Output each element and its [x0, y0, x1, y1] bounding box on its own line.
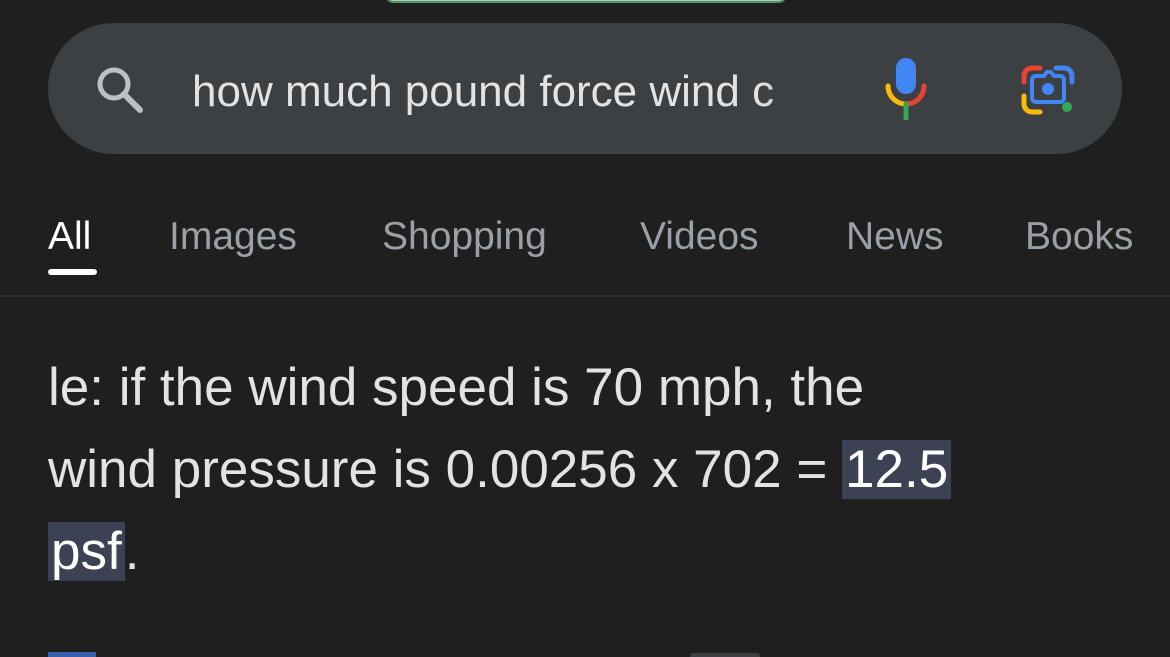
snippet-line-1: le: if the wind speed is 70 mph, the	[48, 358, 865, 417]
active-tab-indicator	[48, 269, 97, 275]
google-lens-icon[interactable]	[1018, 62, 1078, 118]
microphone-icon[interactable]	[880, 56, 932, 122]
tab-images[interactable]: Images	[169, 212, 297, 262]
tab-all[interactable]: All	[48, 212, 91, 262]
snippet-highlight-unit: psf	[48, 522, 125, 581]
tab-books[interactable]: Books	[1025, 212, 1133, 262]
search-tabs: All Images Shopping Videos News Books	[0, 200, 1170, 296]
next-result-chip-edge	[690, 653, 760, 657]
snippet-suffix: .	[124, 522, 140, 581]
tab-news[interactable]: News	[846, 212, 944, 262]
search-input[interactable]: how much pound force wind c	[192, 62, 832, 122]
search-icon[interactable]	[92, 62, 148, 118]
next-result-favicon-edge	[48, 652, 96, 657]
tab-shopping[interactable]: Shopping	[382, 212, 547, 262]
featured-snippet-text: le: if the wind speed is 70 mph, the win…	[48, 347, 1148, 593]
snippet-line-2: wind pressure is 0.00256 x 702 =	[48, 440, 843, 499]
top-banner-edge	[384, 0, 788, 3]
tabs-divider	[0, 295, 1170, 297]
tab-videos[interactable]: Videos	[640, 212, 759, 262]
search-results-page: how much pound force wind c All Images S…	[0, 0, 1170, 657]
snippet-highlight-value: 12.5	[842, 440, 952, 499]
